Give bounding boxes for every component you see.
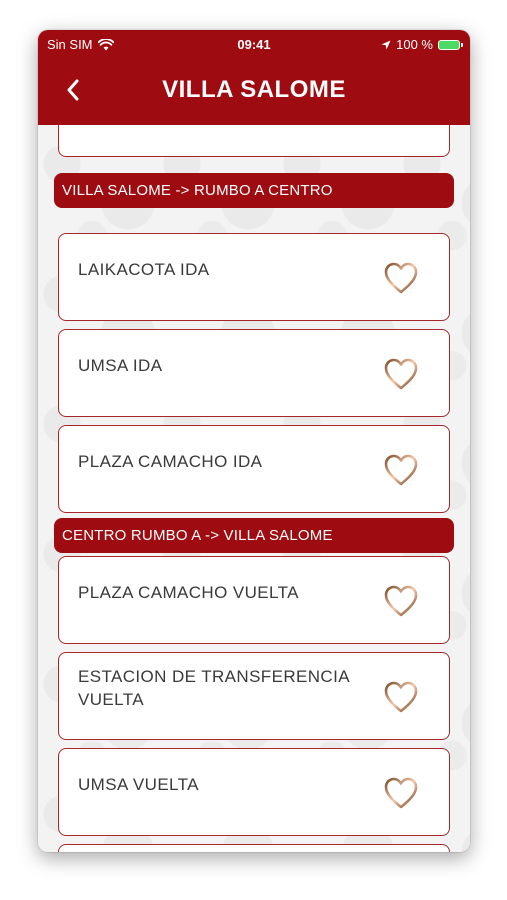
back-button[interactable] [58, 74, 88, 106]
phone-screen: Sin SIM 09:41 100 % VILLA SALOME VILLA S… [38, 30, 470, 852]
route-card[interactable]: UMSA VUELTA [58, 748, 450, 836]
route-name: ESTACION DE TRANSFERENCIA VUELTA [78, 667, 350, 709]
section-header-ida: VILLA SALOME -> RUMBO A CENTRO [54, 173, 454, 208]
heart-outline-icon[interactable] [383, 680, 419, 714]
heart-outline-icon[interactable] [383, 357, 419, 391]
nav-bar: VILLA SALOME [38, 70, 470, 110]
heart-outline-icon[interactable] [383, 584, 419, 618]
heart-outline-icon[interactable] [383, 453, 419, 487]
route-name: LAIKACOTA IDA [78, 260, 210, 279]
route-name: PLAZA CAMACHO VUELTA [78, 583, 299, 602]
location-arrow-icon [381, 40, 391, 49]
route-name: UMSA IDA [78, 356, 163, 375]
route-card-partial[interactable] [58, 844, 450, 852]
route-name: UMSA VUELTA [78, 775, 199, 794]
route-list[interactable]: VILLA SALOME -> RUMBO A CENTRO LAIKACOTA… [38, 125, 470, 852]
route-card[interactable]: ESTACION DE TRANSFERENCIA VUELTA [58, 652, 450, 740]
route-card[interactable]: UMSA IDA [58, 329, 450, 417]
status-right: 100 % [381, 37, 463, 52]
page-title: VILLA SALOME [162, 76, 346, 103]
route-card-partial[interactable] [58, 125, 450, 157]
route-name: PLAZA CAMACHO IDA [78, 452, 263, 471]
status-bar: Sin SIM 09:41 100 % [38, 30, 470, 60]
app-header: Sin SIM 09:41 100 % VILLA SALOME [38, 30, 470, 125]
route-card[interactable]: LAIKACOTA IDA [58, 233, 450, 321]
heart-outline-icon[interactable] [383, 261, 419, 295]
battery-icon [438, 39, 463, 50]
route-card[interactable]: PLAZA CAMACHO VUELTA [58, 556, 450, 644]
chevron-left-icon [67, 79, 79, 101]
heart-outline-icon[interactable] [383, 776, 419, 810]
section-header-vuelta: CENTRO RUMBO A -> VILLA SALOME [54, 518, 454, 553]
battery-percent: 100 % [396, 37, 433, 52]
route-card[interactable]: PLAZA CAMACHO IDA [58, 425, 450, 513]
